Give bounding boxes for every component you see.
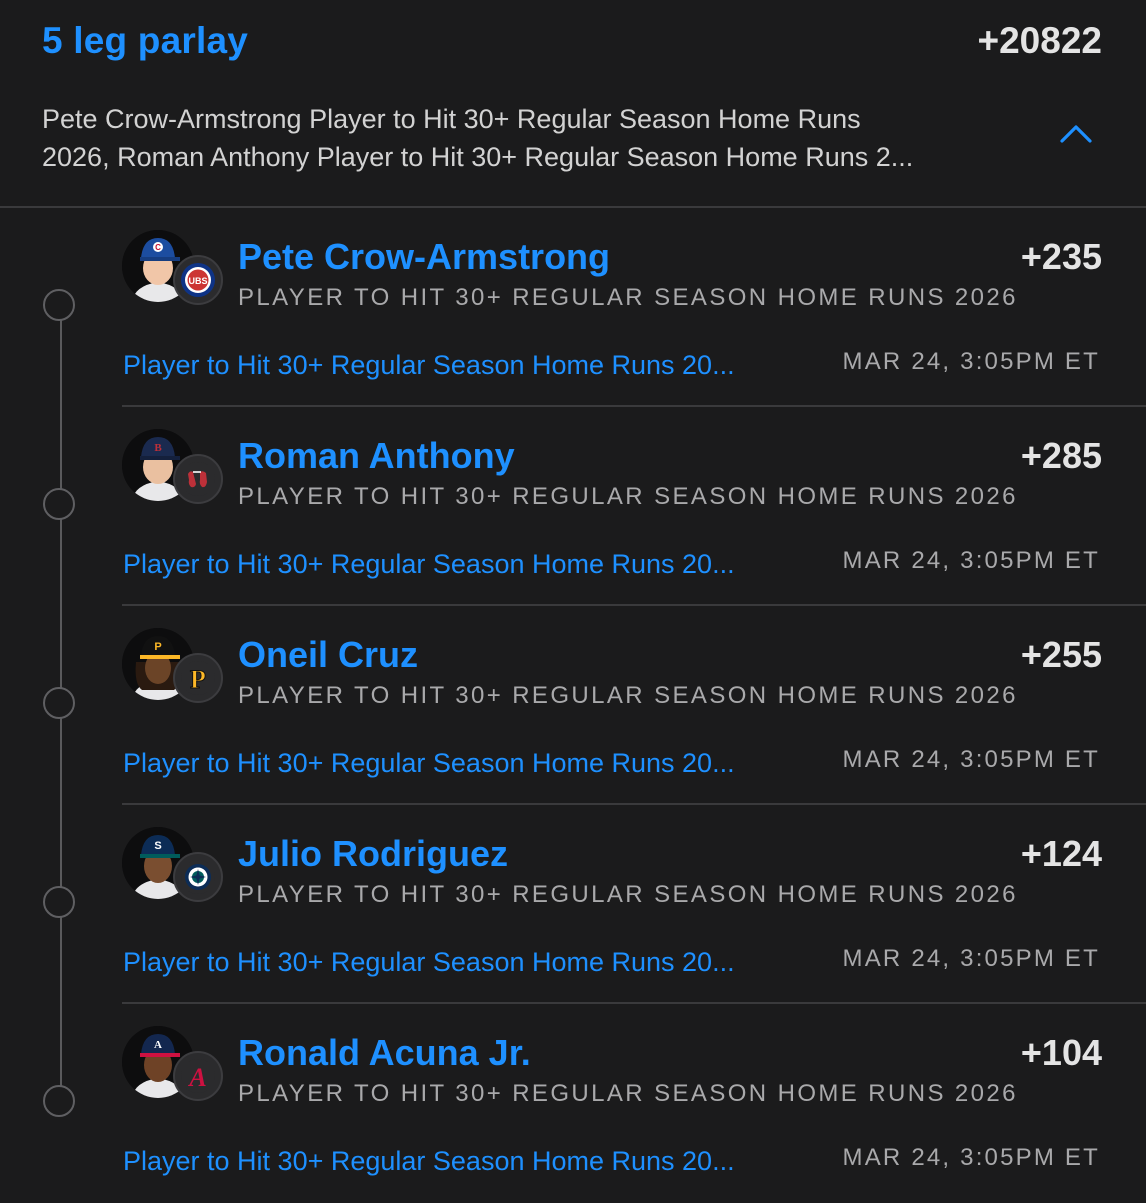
svg-text:S: S	[154, 840, 161, 852]
parlay-odds: +20822	[977, 20, 1103, 61]
parlay-leg[interactable]: C UBS Pete Crow-Armstrong +235 PLAYER TO…	[0, 208, 1146, 407]
timeline-node	[43, 886, 75, 918]
svg-text:UBS: UBS	[188, 276, 207, 286]
svg-text:C: C	[155, 243, 161, 252]
team-logo-braves: A	[173, 1051, 223, 1101]
player-name[interactable]: Roman Anthony	[238, 434, 515, 478]
parlay-header[interactable]: 5 leg parlay +20822 Pete Crow-Armstrong …	[0, 0, 1146, 206]
leg-odds: +285	[1020, 435, 1102, 476]
player-name[interactable]: Julio Rodriguez	[238, 832, 508, 876]
leg-odds: +235	[1020, 236, 1102, 277]
player-name[interactable]: Ronald Acuna Jr.	[238, 1031, 531, 1075]
event-time: MAR 24, 3:05PM ET	[842, 348, 1100, 375]
market-label: PLAYER TO HIT 30+ REGULAR SEASON HOME RU…	[238, 1080, 1018, 1107]
parlay-description-line: 2026, Roman Anthony Player to Hit 30+ Re…	[42, 142, 914, 172]
player-name[interactable]: Oneil Cruz	[238, 633, 418, 677]
timeline-node	[43, 687, 75, 719]
event-link[interactable]: Player to Hit 30+ Regular Season Home Ru…	[123, 746, 813, 780]
market-label: PLAYER TO HIT 30+ REGULAR SEASON HOME RU…	[238, 284, 1018, 311]
parlay-description: Pete Crow-Armstrong Player to Hit 30+ Re…	[42, 100, 1032, 176]
player-name[interactable]: Pete Crow-Armstrong	[238, 235, 610, 279]
event-link[interactable]: Player to Hit 30+ Regular Season Home Ru…	[123, 945, 813, 979]
event-link[interactable]: Player to Hit 30+ Regular Season Home Ru…	[123, 1144, 813, 1178]
svg-text:P: P	[154, 641, 161, 653]
svg-text:A: A	[154, 1039, 162, 1051]
event-time: MAR 24, 3:05PM ET	[842, 547, 1100, 574]
team-logo-mariners	[173, 852, 223, 902]
timeline-node	[43, 488, 75, 520]
event-time: MAR 24, 3:05PM ET	[842, 1144, 1100, 1171]
parlay-leg[interactable]: P P Oneil Cruz +255 PLAYER TO HIT 30+ RE…	[0, 606, 1146, 805]
leg-odds: +255	[1020, 634, 1102, 675]
svg-text:A: A	[187, 1063, 206, 1092]
market-label: PLAYER TO HIT 30+ REGULAR SEASON HOME RU…	[238, 483, 1018, 510]
team-logo-pirates: P	[173, 653, 223, 703]
team-logo-red-sox	[173, 454, 223, 504]
leg-odds: +104	[1020, 1032, 1102, 1073]
event-link[interactable]: Player to Hit 30+ Regular Season Home Ru…	[123, 348, 813, 382]
parlay-description-line: Pete Crow-Armstrong Player to Hit 30+ Re…	[42, 104, 861, 134]
parlay-title: 5 leg parlay	[42, 20, 249, 61]
market-label: PLAYER TO HIT 30+ REGULAR SEASON HOME RU…	[238, 682, 1018, 709]
svg-text:P: P	[190, 665, 206, 694]
parlay-leg[interactable]: S Julio Rodriguez +124 PLAYER TO HIT 30+…	[0, 805, 1146, 1004]
timeline-node	[43, 1085, 75, 1117]
event-time: MAR 24, 3:05PM ET	[842, 945, 1100, 972]
svg-text:B: B	[154, 442, 162, 454]
timeline-node	[43, 289, 75, 321]
leg-odds: +124	[1020, 833, 1102, 874]
chevron-up-icon[interactable]	[1059, 122, 1093, 144]
market-label: PLAYER TO HIT 30+ REGULAR SEASON HOME RU…	[238, 881, 1018, 908]
parlay-leg[interactable]: A A Ronald Acuna Jr. +104 PLAYER TO HIT …	[0, 1004, 1146, 1203]
event-time: MAR 24, 3:05PM ET	[842, 746, 1100, 773]
team-logo-cubs: UBS	[173, 255, 223, 305]
event-link[interactable]: Player to Hit 30+ Regular Season Home Ru…	[123, 547, 813, 581]
parlay-leg[interactable]: B Roman Anthony +285 PLAYER TO HIT 30+ R…	[0, 407, 1146, 606]
